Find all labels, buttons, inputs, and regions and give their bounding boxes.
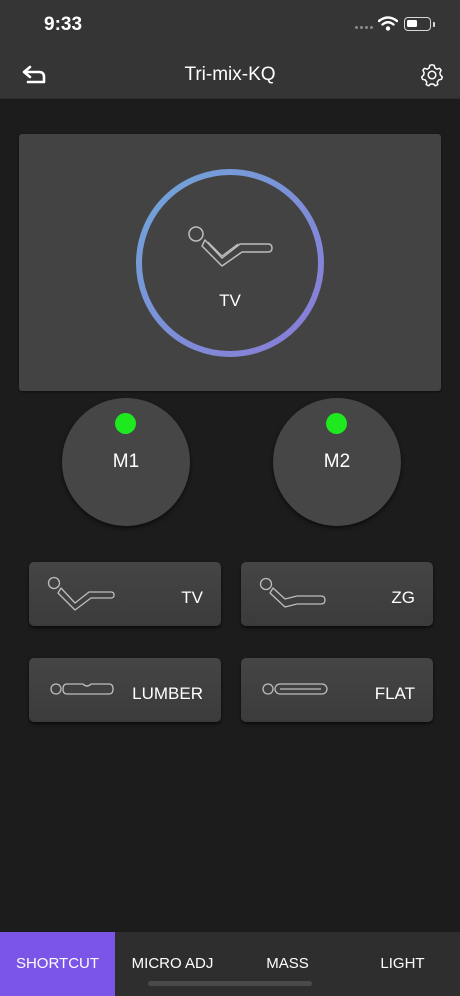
status-bar: 9:33 (0, 0, 460, 50)
memory-m2-button[interactable]: M2 (273, 398, 401, 526)
preset-zg-label: ZG (391, 588, 415, 607)
page-title: Tri-mix-KQ (184, 64, 276, 85)
gear-icon (420, 64, 444, 87)
battery-tip (433, 22, 435, 27)
preset-zg-button[interactable]: ZG (241, 562, 433, 626)
home-indicator (148, 981, 312, 986)
battery-icon (404, 17, 431, 31)
tab-micro-adj[interactable]: MICRO ADJ (115, 932, 230, 996)
bottom-tab-bar: SHORTCUT MICRO ADJ MASS LIGHT (0, 932, 460, 996)
preset-flat-label: FLAT (374, 684, 415, 703)
tab-shortcut[interactable]: SHORTCUT (0, 932, 115, 996)
settings-button[interactable] (416, 59, 448, 91)
tab-light[interactable]: LIGHT (345, 932, 460, 996)
flat-icon (262, 683, 328, 695)
preset-tv-button[interactable]: TV (29, 562, 221, 626)
status-time: 9:33 (44, 14, 83, 35)
battery-level (407, 20, 417, 27)
memory-m1-label: M1 (112, 451, 140, 472)
preset-flat-button[interactable]: FLAT (241, 658, 433, 722)
memory-m1-button[interactable]: M1 (62, 398, 190, 526)
memory-m1-indicator (115, 413, 136, 434)
memory-m2-indicator (326, 413, 347, 434)
tab-mass[interactable]: MASS (230, 932, 345, 996)
preset-lumber-label: LUMBER (132, 684, 203, 703)
memory-m2-label: M2 (323, 451, 351, 472)
lumbar-icon (50, 683, 114, 695)
tv-position-icon (47, 576, 115, 611)
nav-bar: Tri-mix-KQ (0, 50, 460, 99)
wifi-icon (378, 16, 398, 31)
preset-lumber-button[interactable]: LUMBER (29, 658, 221, 722)
current-position-label: TV (219, 291, 241, 310)
zero-gravity-icon (259, 577, 326, 608)
current-position-card: TV (19, 134, 441, 391)
tv-position-icon (188, 226, 273, 267)
preset-tv-label: TV (181, 588, 203, 607)
signal-icon (355, 26, 373, 29)
